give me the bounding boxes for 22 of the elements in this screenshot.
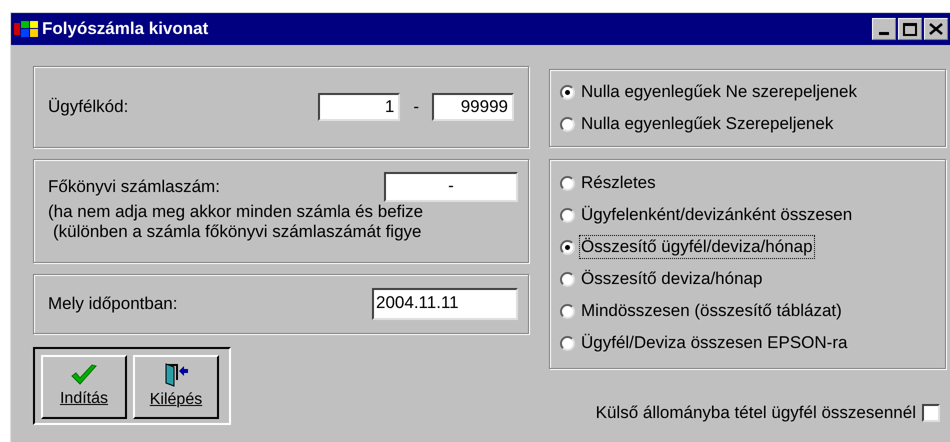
radio-label: Részletes: [580, 172, 657, 194]
to-field[interactable]: 99999: [432, 93, 514, 121]
date-label: Mely időpontban:: [48, 293, 178, 316]
radio-label: Összesítő deviza/hónap: [580, 268, 764, 290]
from-field[interactable]: 1: [318, 93, 400, 121]
radio-label: Ügyfél/Deviza összesen EPSON-ra: [580, 332, 848, 354]
date-field[interactable]: 2004.11.11: [372, 288, 518, 320]
exit-button[interactable]: Kilépés: [133, 355, 219, 419]
ledger-note: (ha nem adja meg akkor minden számla és befize: [48, 202, 424, 222]
radio-label: Nulla egyenlegűek Szerepeljenek: [580, 113, 834, 135]
start-button[interactable]: Indítás: [41, 355, 127, 419]
ledger-label: Főkönyvi számlaszám:: [48, 176, 220, 198]
ledger-field[interactable]: -: [384, 172, 518, 202]
ledger-note: (különben a számla főkönyvi számlaszámát figye: [52, 222, 422, 242]
radio-label: Ügyfelenként/devizánként összesen: [580, 204, 854, 226]
export-label: Külső állományba tétel ügyfél összesennél: [596, 402, 916, 424]
client-code-label: Ügyfélkód:: [48, 96, 128, 118]
range-separator: -: [413, 96, 419, 118]
radio-label: Nulla egyenlegűek Ne szerepeljenek: [580, 81, 858, 103]
radio-label: Mindösszesen (összesítő táblázat): [580, 300, 843, 322]
window-title: Folyószámla kivonat: [42, 18, 208, 40]
radio-label: Összesítő ügyfél/deviza/hónap: [580, 236, 814, 258]
